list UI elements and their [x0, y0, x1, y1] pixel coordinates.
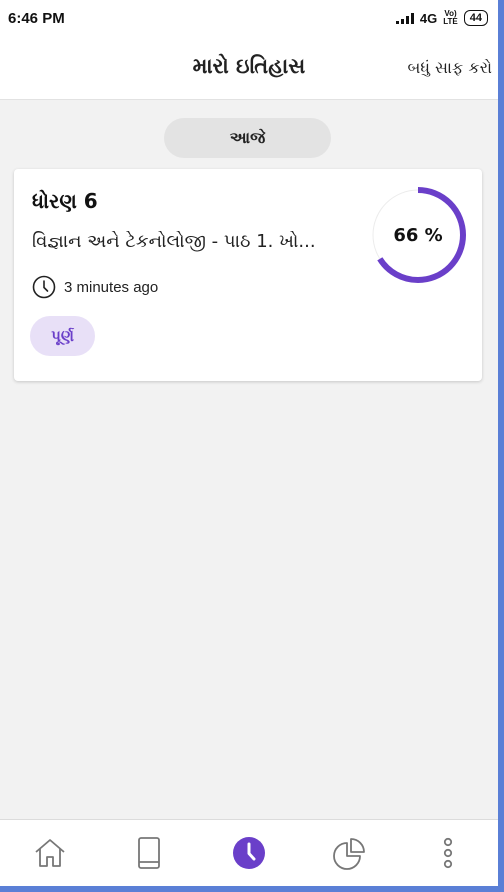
status-badge: પૂર્ણ [30, 316, 95, 356]
volte-icon: Vo) LTE [443, 10, 458, 26]
nav-library[interactable] [119, 823, 179, 883]
card-subtitle: વિજ્ઞાન અને ટેકનોલોજી - પાઠ 1. ખો... [32, 231, 316, 252]
section-header-today: આજે [164, 118, 331, 158]
card-time-label: 3 minutes ago [64, 278, 159, 296]
card-timestamp: 3 minutes ago [32, 275, 158, 299]
status-bar: 6:46 PM 4G Vo) LTE 44 [0, 0, 498, 36]
signal-icon [395, 12, 414, 24]
network-type: 4G [419, 10, 438, 26]
history-card[interactable]: ધોરણ 6 વિજ્ઞાન અને ટેકનોલોજી - પાઠ 1. ખો… [14, 169, 482, 381]
volte-bottom: LTE [443, 17, 458, 26]
app-bar: મારો ઇતિહાસ બધું સાફ કરો [0, 36, 498, 100]
app-screen: 6:46 PM 4G Vo) LTE 44 મારો ઇતિહાસ બધું સ… [0, 0, 504, 892]
nav-more[interactable] [418, 823, 478, 883]
clock-icon [32, 275, 56, 299]
bottom-nav [0, 819, 498, 886]
clock-icon [232, 837, 265, 869]
nav-reports[interactable] [319, 823, 379, 883]
home-icon [35, 839, 65, 867]
battery-level: 44 [469, 12, 482, 24]
nav-history[interactable] [219, 823, 279, 883]
progress-percent: 66 % [393, 224, 443, 246]
nav-home[interactable] [20, 823, 80, 883]
clear-all-button[interactable]: બધું સાફ કરો [408, 58, 493, 78]
status-indicators: 4G Vo) LTE 44 [395, 10, 488, 26]
status-time: 6:46 PM [8, 9, 65, 27]
more-icon [444, 837, 453, 869]
book-icon [138, 837, 161, 869]
card-title: ધોરણ 6 [32, 189, 98, 213]
battery-icon: 44 [463, 10, 488, 26]
chart-pie-icon [332, 838, 365, 870]
